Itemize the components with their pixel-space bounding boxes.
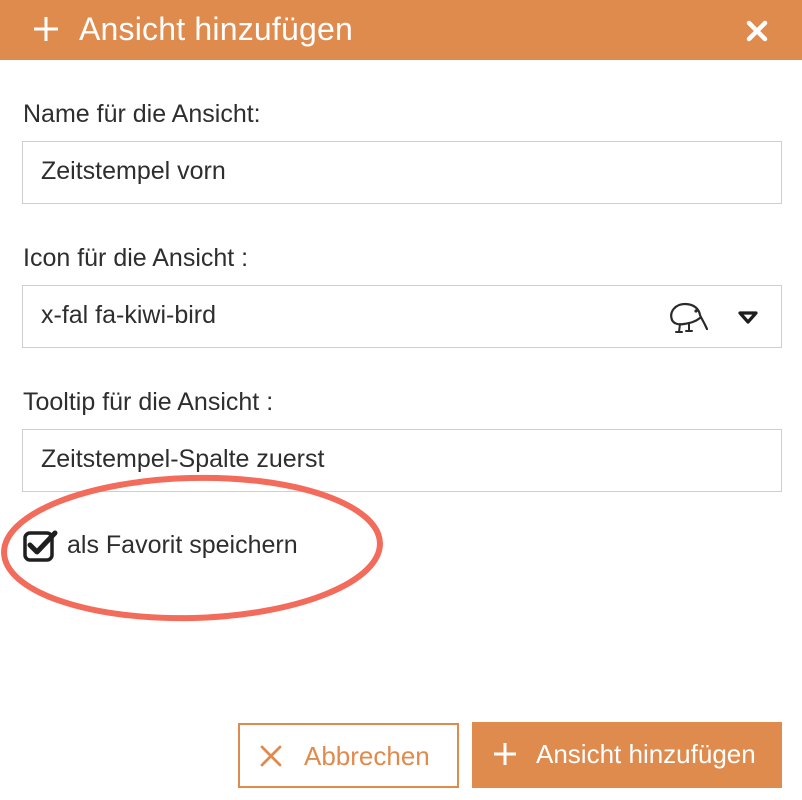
close-icon[interactable] (740, 14, 774, 48)
cancel-button-label: Abbrechen (304, 741, 430, 771)
icon-select-value: x-fal fa-kiwi-bird (41, 301, 217, 329)
tooltip-label: Tooltip für die Ansicht : (23, 388, 274, 416)
tooltip-field[interactable]: Zeitstempel-Spalte zuerst (22, 429, 782, 492)
icon-label: Icon für die Ansicht : (23, 244, 249, 272)
times-icon (260, 745, 282, 767)
name-field[interactable]: Zeitstempel vorn (22, 141, 782, 204)
tooltip-field-value: Zeitstempel-Spalte zuerst (41, 445, 325, 473)
kiwi-bird-icon (670, 302, 708, 333)
checkbox-checked-icon[interactable] (22, 529, 58, 563)
name-label: Name für die Ansicht: (23, 100, 261, 128)
icon-select[interactable]: x-fal fa-kiwi-bird (22, 285, 782, 348)
dialog-title: Ansicht hinzufügen (79, 11, 354, 47)
favorite-label[interactable]: als Favorit speichern (67, 531, 298, 560)
name-field-value: Zeitstempel vorn (41, 157, 226, 185)
dialog-header: Ansicht hinzufügen (0, 0, 802, 60)
caret-down-icon[interactable] (737, 309, 759, 325)
add-view-button[interactable]: Ansicht hinzufügen (472, 722, 782, 788)
plus-icon (34, 17, 58, 41)
add-view-button-label: Ansicht hinzufügen (536, 739, 756, 769)
cancel-button[interactable]: Abbrechen (238, 723, 459, 788)
plus-icon (494, 743, 516, 765)
